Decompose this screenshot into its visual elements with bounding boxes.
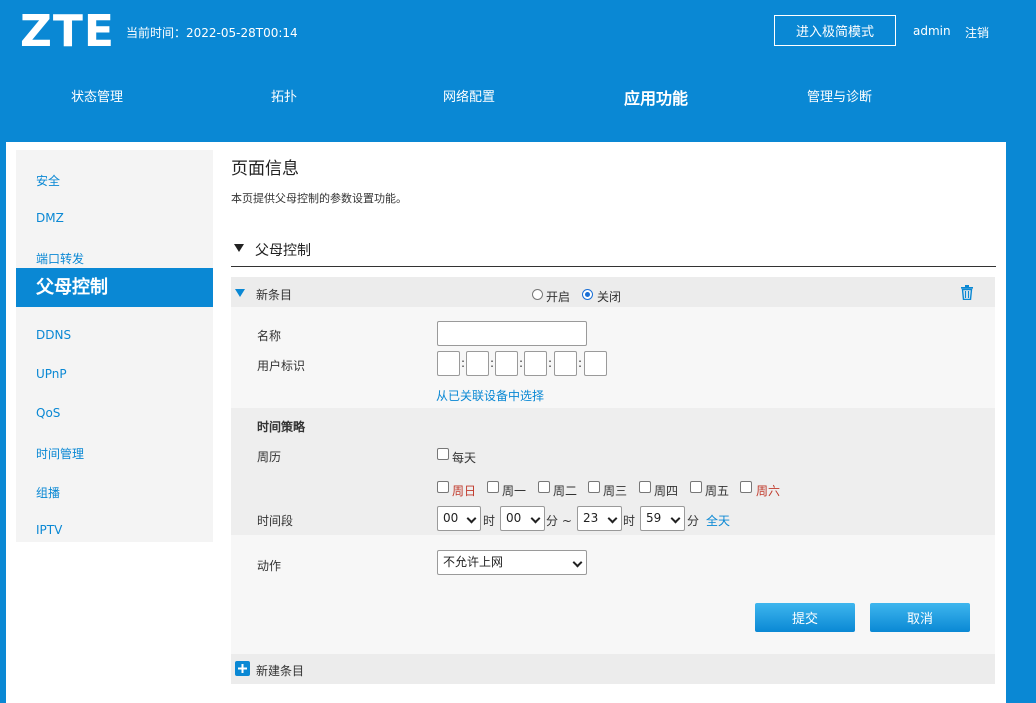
tuesday-label: 周二	[553, 484, 578, 498]
nav-topology[interactable]: 拓扑	[271, 86, 297, 105]
start-hour-value: 00	[443, 511, 459, 525]
mac-octet-2[interactable]	[466, 351, 489, 376]
chevron-down-icon	[607, 513, 618, 524]
page-title: 页面信息	[231, 159, 299, 179]
logout-link[interactable]: 注销	[965, 24, 989, 41]
calendar-label: 周历	[257, 450, 282, 464]
nav-management[interactable]: 管理与诊断	[807, 86, 872, 105]
mac-octet-5[interactable]	[554, 351, 577, 376]
radio-disable[interactable]	[582, 289, 593, 300]
mac-label: 用户标识	[257, 359, 306, 373]
nav-network[interactable]: 网络配置	[443, 86, 495, 105]
checkbox-wednesday[interactable]	[588, 481, 600, 493]
action-value: 不允许上网	[443, 555, 504, 569]
sidebar-item-multicast[interactable]: 组播	[36, 484, 60, 501]
mac-separator: :	[548, 356, 553, 370]
mac-separator: :	[578, 356, 583, 370]
nav-status[interactable]: 状态管理	[71, 86, 123, 105]
sidebar-item-time-management[interactable]: 时间管理	[36, 445, 84, 462]
sidebar-item-security[interactable]: 安全	[36, 172, 60, 189]
username: admin	[913, 24, 951, 38]
checkbox-tuesday[interactable]	[538, 481, 550, 493]
sidebar-item-upnp[interactable]: UPnP	[36, 367, 67, 381]
mac-separator: :	[461, 356, 466, 370]
section-collapse-icon[interactable]	[234, 244, 245, 253]
start-hour-select[interactable]: 00	[437, 506, 481, 531]
end-minute-value: 59	[646, 511, 662, 525]
new-entry-bar[interactable]	[231, 654, 995, 684]
mac-octet-1[interactable]	[437, 351, 460, 376]
plus-icon[interactable]	[235, 661, 250, 676]
new-entry-label[interactable]: 新建条目	[256, 662, 304, 679]
hour-unit: 时	[483, 514, 496, 528]
name-input[interactable]	[437, 321, 587, 346]
end-hour-value: 23	[583, 511, 599, 525]
friday-label: 周五	[705, 484, 730, 498]
period-label: 时间段	[257, 514, 294, 528]
radio-enable-label: 开启	[546, 290, 571, 304]
sidebar-item-iptv[interactable]: IPTV	[36, 523, 62, 537]
radio-enable[interactable]	[532, 289, 543, 300]
entry-title: 新条目	[256, 288, 293, 302]
all-day-link[interactable]: 全天	[706, 512, 730, 529]
end-hour-select[interactable]: 23	[577, 506, 622, 531]
submit-button[interactable]: 提交	[755, 603, 855, 632]
mac-octet-3[interactable]	[495, 351, 518, 376]
thursday-label: 周四	[654, 484, 679, 498]
zte-logo: ZTE	[20, 6, 115, 57]
action-select[interactable]: 不允许上网	[437, 550, 587, 575]
checkbox-monday[interactable]	[487, 481, 499, 493]
section-divider	[231, 266, 996, 267]
saturday-label: 周六	[756, 484, 781, 498]
mac-separator: :	[490, 356, 495, 370]
checkbox-sunday[interactable]	[437, 481, 449, 493]
current-time: 当前时间：2022-05-28T00:14	[126, 26, 298, 40]
trash-icon[interactable]	[960, 285, 974, 300]
action-label: 动作	[257, 559, 282, 573]
mac-octet-6[interactable]	[584, 351, 607, 376]
page-description: 本页提供父母控制的参数设置功能。	[231, 192, 407, 205]
simple-mode-button[interactable]: 进入极简模式	[774, 15, 896, 46]
checkbox-thursday[interactable]	[639, 481, 651, 493]
cancel-button[interactable]: 取消	[870, 603, 970, 632]
top-header: ZTE 当前时间：2022-05-28T00:14 进入极简模式 admin 注…	[0, 0, 1036, 142]
sidebar-item-dmz[interactable]: DMZ	[36, 211, 64, 225]
every-day-label: 每天	[452, 451, 477, 465]
time-policy-label: 时间策略	[257, 420, 306, 434]
sidebar-item-ddns[interactable]: DDNS	[36, 328, 71, 342]
chevron-down-icon	[670, 513, 681, 524]
chevron-down-icon	[530, 513, 541, 524]
entry-collapse-icon[interactable]	[235, 289, 245, 297]
mac-octet-4[interactable]	[524, 351, 547, 376]
sidebar-item-qos[interactable]: QoS	[36, 406, 60, 420]
monday-label: 周一	[502, 484, 527, 498]
select-device-link[interactable]: 从已关联设备中选择	[436, 387, 544, 404]
checkbox-friday[interactable]	[690, 481, 702, 493]
name-label: 名称	[257, 329, 282, 343]
sidebar-item-port-forward[interactable]: 端口转发	[36, 250, 84, 267]
hour-unit: 时	[623, 514, 636, 528]
start-minute-value: 00	[506, 511, 522, 525]
sidebar-item-parental-control[interactable]: 父母控制	[16, 268, 213, 307]
chevron-down-icon	[466, 513, 477, 524]
start-minute-select[interactable]: 00	[500, 506, 545, 531]
checkbox-saturday[interactable]	[740, 481, 752, 493]
section-title: 父母控制	[255, 243, 311, 259]
chevron-down-icon	[572, 557, 583, 568]
sidebar: 安全 DMZ 端口转发 父母控制 DDNS UPnP QoS 时间管理 组播 I…	[16, 150, 213, 542]
wednesday-label: 周三	[603, 484, 628, 498]
content-panel: 安全 DMZ 端口转发 父母控制 DDNS UPnP QoS 时间管理 组播 I…	[6, 142, 1006, 703]
minute-unit: 分	[687, 514, 700, 528]
radio-disable-label: 关闭	[597, 290, 622, 304]
checkbox-every-day[interactable]	[437, 448, 449, 460]
mac-separator: :	[519, 356, 524, 370]
end-minute-select[interactable]: 59	[640, 506, 685, 531]
minute-range-unit: 分 ~	[546, 514, 572, 528]
nav-application[interactable]: 应用功能	[624, 85, 688, 109]
sunday-label: 周日	[452, 484, 477, 498]
